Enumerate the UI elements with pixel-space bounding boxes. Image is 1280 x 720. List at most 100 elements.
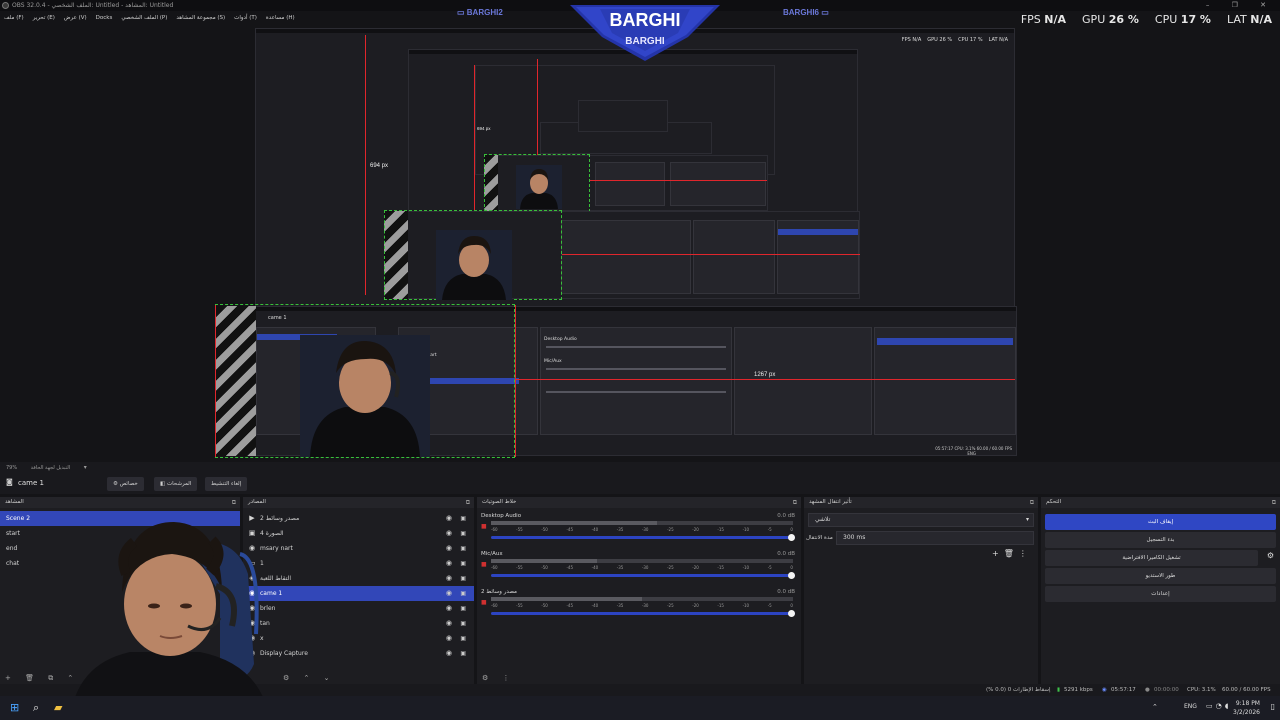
cpu-stat: CPU 17 %: [1154, 12, 1211, 26]
volume-slider-knob[interactable]: [788, 534, 795, 541]
meter-tick: -40: [591, 565, 599, 570]
menu-docks[interactable]: Docks: [96, 11, 113, 25]
meter-tick: -15: [717, 603, 724, 608]
tray-icons[interactable]: ▭◔◖: [1206, 702, 1231, 710]
keyboard-language[interactable]: ENG: [1184, 703, 1197, 710]
performance-overlay: FPS N/A GPU 26 % CPU 17 % LAT N/A: [1021, 8, 1280, 30]
volume-slider[interactable]: [491, 610, 795, 617]
measure-height-inner-label: 694 px: [477, 126, 491, 131]
meter-tick: -10: [742, 565, 750, 570]
meter-tick: -55: [516, 603, 523, 608]
nested-stats: FPS N/A GPU 26 % CPU 17 % LAT N/A: [901, 37, 1008, 43]
dock-float-icon[interactable]: ⧉: [1272, 497, 1276, 508]
duration-field[interactable]: 300 ms: [836, 531, 1034, 545]
duration-label: مدة الانتقال: [806, 535, 833, 541]
virtual-camera-button[interactable]: تشغيل الكاميرا الافتراضية: [1045, 550, 1258, 566]
visibility-eye-icon[interactable]: ◉: [446, 526, 452, 541]
brand-subtitle: BARGHI: [625, 36, 665, 47]
dock-float-icon[interactable]: ⧉: [232, 497, 236, 508]
notification-icon[interactable]: ▯: [1271, 702, 1275, 711]
channel-name: مصدر وسائط 2: [481, 589, 517, 595]
banner-side-left: ▭ BARGHI2: [457, 8, 503, 17]
zoom-level[interactable]: 79%: [6, 465, 17, 471]
menu-edit[interactable]: تحرير (E): [33, 11, 55, 25]
transition-actions[interactable]: +🗑⋮: [992, 549, 1032, 558]
deactivate-button[interactable]: إلغاء التنشيط: [205, 477, 248, 491]
menu-profile[interactable]: الملف الشخصي (P): [121, 11, 167, 25]
studio-mode-button[interactable]: طور الاستديو: [1045, 568, 1276, 584]
source-toolbar: ◙ came 1 ⚙ خصائص ◧ المرشحات إلغاء التنشي…: [0, 474, 1280, 494]
meter-tick: -55: [516, 565, 523, 570]
start-icon[interactable]: ⊞: [10, 701, 19, 714]
search-icon[interactable]: ⌕: [33, 701, 39, 715]
visibility-eye-icon[interactable]: ◉: [446, 631, 452, 646]
visibility-eye-icon[interactable]: ◉: [446, 571, 452, 586]
measure-height-label: 694 px: [370, 163, 389, 169]
settings-button[interactable]: إعدادات: [1045, 586, 1276, 602]
clock[interactable]: 9:18 PM 3/2/2026: [1233, 699, 1260, 717]
stop-streaming-button[interactable]: إيقاف البث: [1045, 514, 1276, 530]
meter-tick: -45: [566, 565, 574, 570]
fps-stat: FPS N/A: [1020, 12, 1067, 26]
volume-slider[interactable]: [491, 534, 795, 541]
stream-time: 05:57:17: [1111, 687, 1136, 693]
volume-slider-knob[interactable]: [788, 572, 795, 579]
visibility-eye-icon[interactable]: ◉: [446, 586, 452, 601]
meter-tick: -40: [591, 527, 599, 532]
properties-button[interactable]: ⚙ خصائص: [107, 477, 144, 491]
speaker-icon[interactable]: ■: [481, 599, 489, 607]
mixer-channel: Mic/Aux 0.0 dB ■ -60 -55 -50 -45 -40 -35 -30 -25 -2…: [477, 550, 801, 588]
preview-canvas[interactable]: FPS N/A GPU 26 % CPU 17 % LAT N/A came 1…: [0, 25, 1280, 462]
menu-file[interactable]: ملف (F): [4, 11, 24, 25]
visibility-eye-icon[interactable]: ◉: [446, 541, 452, 556]
chevron-down-icon[interactable]: ▾: [84, 464, 87, 471]
dock-float-icon[interactable]: ⧉: [466, 497, 470, 508]
meter-tick: -55: [516, 527, 523, 532]
mixer-footer[interactable]: ⚙ ⋮: [477, 673, 801, 684]
transitions-dock: تأثير انتقال المشهد ⧉ تلاشي ▾ مدة الانتقا…: [804, 497, 1038, 684]
lock-icon[interactable]: ▣: [460, 571, 466, 586]
lock-icon[interactable]: ▣: [460, 511, 466, 526]
lat-stat: LAT N/A: [1226, 12, 1272, 26]
lock-icon[interactable]: ▣: [460, 556, 466, 571]
meter-tick: -20: [692, 565, 699, 570]
gear-icon[interactable]: ⚙: [1267, 551, 1274, 560]
volume-slider[interactable]: [491, 572, 795, 579]
chevron-down-icon: ▾: [1025, 516, 1029, 523]
speaker-icon[interactable]: ■: [481, 523, 489, 531]
volume-meter: [491, 521, 793, 525]
preview-mode[interactable]: التبديل لجهة الحافة: [31, 465, 70, 471]
meter-tick: -5: [767, 527, 772, 532]
visibility-eye-icon[interactable]: ◉: [446, 616, 452, 631]
webcam-overlay: [70, 514, 300, 720]
transition-select[interactable]: تلاشي ▾: [808, 513, 1034, 527]
channel-db: 0.0 dB: [777, 551, 795, 557]
mixer-channel: مصدر وسائط 2 0.0 dB ■ -60 -55 -50 -45 -40 -35 -30…: [477, 588, 801, 626]
start-recording-button[interactable]: بدء التسجيل: [1045, 532, 1276, 548]
volume-slider-knob[interactable]: [788, 610, 795, 617]
channel-db: 0.0 dB: [777, 589, 795, 595]
tray-chevron-icon[interactable]: ⌃: [1152, 703, 1158, 711]
lock-icon[interactable]: ▣: [460, 541, 466, 556]
lock-icon[interactable]: ▣: [460, 526, 466, 541]
menu-tools[interactable]: أدوات (T): [234, 11, 257, 25]
dock-float-icon[interactable]: ⧉: [1030, 497, 1034, 508]
filters-button[interactable]: ◧ المرشحات: [154, 477, 198, 491]
menu-view[interactable]: عرض (V): [64, 11, 87, 25]
menu-help[interactable]: مساعدة (H): [266, 11, 295, 25]
visibility-eye-icon[interactable]: ◉: [446, 511, 452, 526]
dock-float-icon[interactable]: ⧉: [793, 497, 797, 508]
menu-scene-collection[interactable]: مجموعة المشاهد (S): [176, 11, 225, 25]
visibility-eye-icon[interactable]: ◉: [446, 601, 452, 616]
visibility-eye-icon[interactable]: ◉: [446, 646, 452, 661]
lock-icon[interactable]: ▣: [460, 631, 466, 646]
folder-icon[interactable]: ▰: [54, 701, 62, 714]
lock-icon[interactable]: ▣: [460, 646, 466, 661]
gpu-stat: GPU 26 %: [1082, 12, 1139, 26]
visibility-eye-icon[interactable]: ◉: [446, 556, 452, 571]
speaker-icon[interactable]: ■: [481, 561, 489, 569]
lock-icon[interactable]: ▣: [460, 616, 466, 631]
lock-icon[interactable]: ▣: [460, 586, 466, 601]
lock-icon[interactable]: ▣: [460, 601, 466, 616]
mixer-channel: Desktop Audio 0.0 dB ■ -60 -55 -50 -45 -40 -35 -3…: [477, 512, 801, 550]
